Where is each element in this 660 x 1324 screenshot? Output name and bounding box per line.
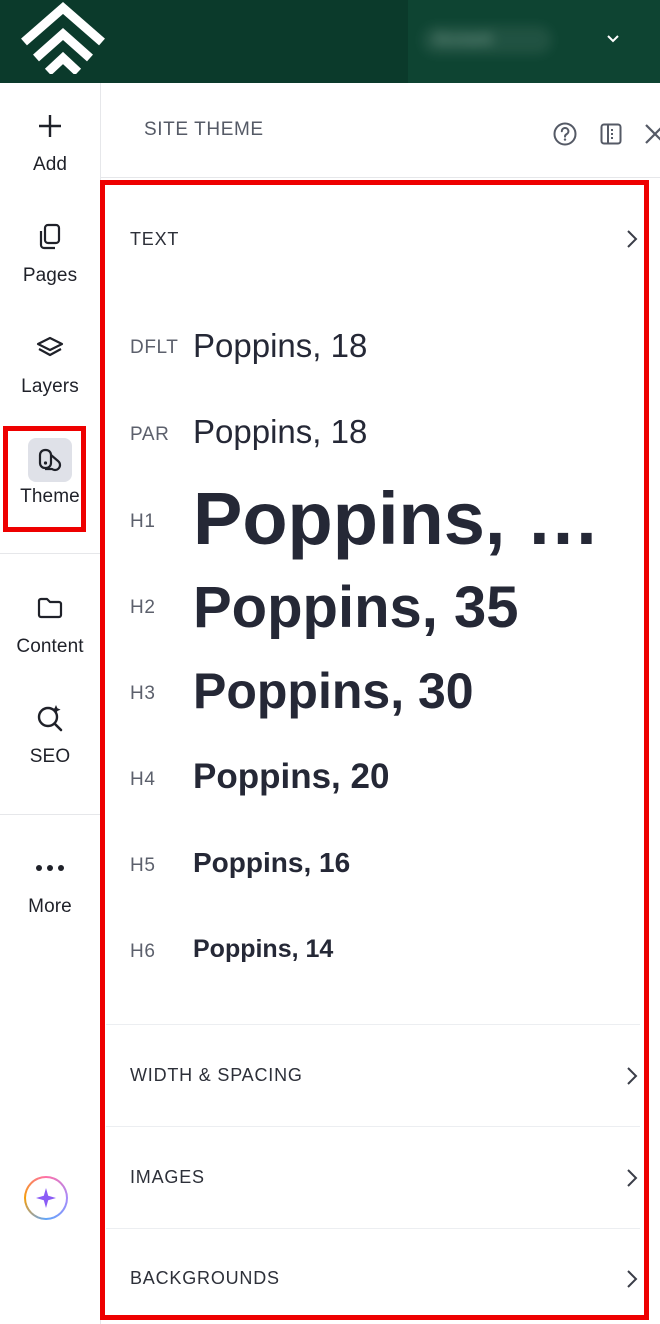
sidebar-divider xyxy=(0,814,100,815)
help-icon[interactable] xyxy=(552,121,578,147)
pages-icon xyxy=(30,217,70,257)
sidebar-item-add[interactable]: Add xyxy=(0,106,100,196)
sidebar-item-label: Pages xyxy=(22,265,78,286)
dock-icon[interactable] xyxy=(598,121,624,147)
sidebar-item-label: More xyxy=(28,896,72,917)
sidebar-item-label: Layers xyxy=(21,376,79,397)
layers-icon xyxy=(30,328,70,368)
sidebar-item-label: Content xyxy=(16,636,84,657)
sparkle-icon xyxy=(36,1188,56,1208)
account-name: Account xyxy=(422,26,552,54)
highlight-box xyxy=(100,180,649,1320)
seo-icon xyxy=(30,698,70,738)
sidebar-item-seo[interactable]: SEO xyxy=(0,698,100,788)
sidebar-item-label: Add xyxy=(32,154,68,175)
sidebar-divider xyxy=(0,553,100,554)
ai-assistant-button[interactable] xyxy=(24,1176,68,1220)
account-menu[interactable]: Account xyxy=(408,0,660,83)
sidebar-item-layers[interactable]: Layers xyxy=(0,328,100,418)
sidebar-item-pages[interactable]: Pages xyxy=(0,217,100,307)
sidebar-item-label: SEO xyxy=(29,746,71,767)
top-bar: Account xyxy=(0,0,660,83)
panel-header: SITE THEME xyxy=(101,83,660,178)
close-icon[interactable] xyxy=(642,121,660,147)
logo-icon[interactable] xyxy=(16,2,110,74)
more-icon xyxy=(30,848,70,888)
folder-icon xyxy=(30,588,70,628)
sidebar-item-more[interactable]: More xyxy=(0,848,100,938)
highlight-box xyxy=(3,426,86,532)
chevron-down-icon xyxy=(607,35,619,43)
panel-title: SITE THEME xyxy=(144,119,264,140)
plus-icon xyxy=(30,106,70,146)
sidebar: Add Pages Layers Theme Content SEO More xyxy=(0,83,101,1324)
sidebar-item-content[interactable]: Content xyxy=(0,588,100,678)
